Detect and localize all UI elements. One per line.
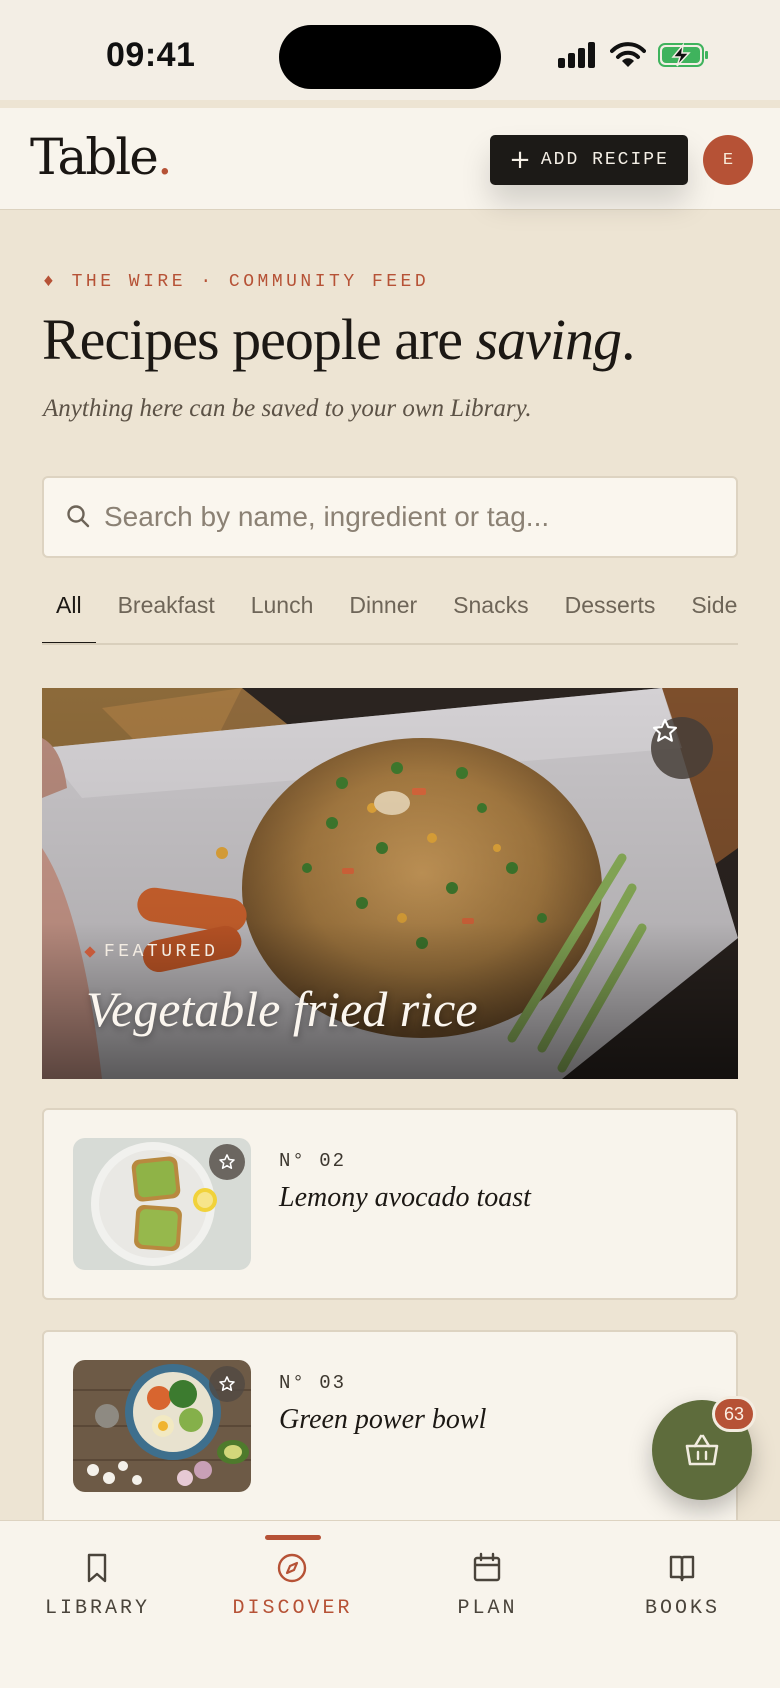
nav-label: DISCOVER (232, 1597, 353, 1620)
star-icon (219, 1376, 235, 1391)
nav-discover[interactable]: DISCOVER (195, 1521, 390, 1641)
section-eyebrow: ♦ THE WIRE · COMMUNITY FEED (43, 272, 430, 292)
save-recipe-button[interactable] (209, 1366, 245, 1402)
calendar-icon (473, 1552, 501, 1582)
page-subtitle: Anything here can be saved to your own L… (43, 395, 532, 422)
tab-desserts[interactable]: Desserts (551, 585, 670, 643)
recipe-title: Green power bowl (279, 1404, 487, 1435)
nav-plan[interactable]: PLAN (390, 1521, 585, 1641)
nav-label: PLAN (457, 1597, 518, 1620)
category-tabs: All Breakfast Lunch Dinner Snacks Desserts Sid… (42, 585, 738, 645)
page-title: Recipes people are saving. (42, 307, 635, 372)
featured-title: Vegetable fried rice (86, 981, 478, 1037)
basket-count-badge: 63 (712, 1396, 756, 1432)
featured-label: FEATURED (84, 942, 218, 962)
recipe-card[interactable]: N° 03 Green power bowl (42, 1330, 738, 1530)
search-icon (67, 505, 90, 528)
tab-snacks[interactable]: Snacks (439, 585, 542, 643)
save-featured-button[interactable] (651, 717, 713, 779)
featured-recipe-card[interactable]: FEATURED Vegetable fried rice (42, 688, 738, 1079)
plus-icon: + (509, 145, 533, 175)
wifi-icon (610, 42, 646, 67)
star-icon (652, 718, 678, 742)
search-box (42, 476, 738, 558)
nav-books[interactable]: BOOKS (585, 1521, 780, 1641)
battery-charging-icon (658, 42, 708, 67)
bottom-navigation: LIBRARY DISCOVER PLAN BOOKS (0, 1520, 780, 1688)
save-recipe-button[interactable] (209, 1144, 245, 1180)
signal-icon (558, 42, 595, 68)
tab-all[interactable]: All (42, 585, 96, 643)
compass-icon (277, 1553, 307, 1583)
recipe-title: Lemony avocado toast (279, 1182, 531, 1213)
tab-side[interactable]: Side (677, 585, 738, 643)
nav-label: BOOKS (644, 1597, 720, 1620)
app-header: Table. + ADD RECIPE E (0, 108, 780, 210)
dynamic-island (279, 25, 501, 89)
status-bar: 09:41 (0, 0, 780, 100)
book-icon (669, 1555, 695, 1582)
nav-library[interactable]: LIBRARY (0, 1521, 195, 1641)
tab-dinner[interactable]: Dinner (335, 585, 431, 643)
bookmark-icon (87, 1553, 107, 1583)
active-indicator (265, 1535, 321, 1540)
recipe-card[interactable]: N° 02 Lemony avocado toast (42, 1108, 738, 1300)
star-icon (219, 1154, 235, 1169)
tab-breakfast[interactable]: Breakfast (104, 585, 229, 643)
tab-lunch[interactable]: Lunch (237, 585, 328, 643)
recipe-thumbnail (73, 1138, 251, 1270)
recipe-thumbnail (73, 1360, 251, 1492)
basket-icon (685, 1434, 719, 1466)
app-logo[interactable]: Table. (30, 128, 173, 186)
recipe-number: N° 02 (279, 1150, 347, 1172)
status-icons (558, 42, 710, 68)
add-recipe-label: ADD RECIPE (540, 150, 669, 170)
add-recipe-button[interactable]: + ADD RECIPE (490, 135, 688, 185)
status-time: 09:41 (106, 36, 196, 74)
search-input[interactable] (104, 488, 714, 546)
nav-label: LIBRARY (44, 1597, 150, 1620)
user-avatar[interactable]: E (703, 135, 753, 185)
recipe-number: N° 03 (279, 1372, 347, 1394)
diamond-icon (84, 946, 96, 958)
